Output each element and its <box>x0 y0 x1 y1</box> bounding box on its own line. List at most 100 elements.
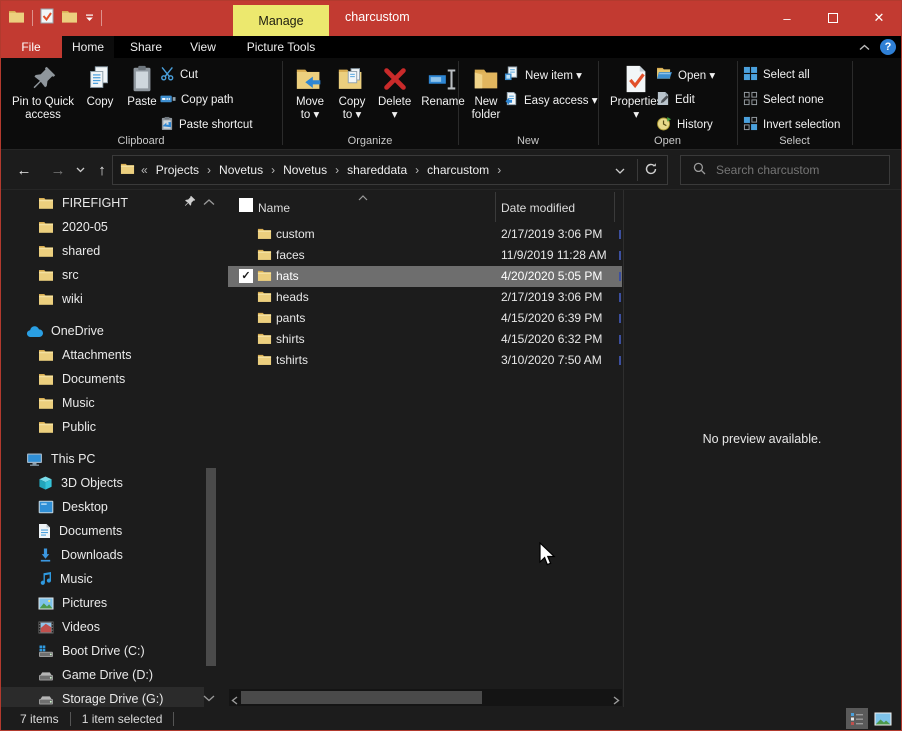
breadcrumb-item-charcustom[interactable]: charcustom <box>421 163 495 177</box>
sidebar-item-videos[interactable]: Videos <box>0 615 222 639</box>
file-row-custom[interactable]: custom2/17/2019 3:06 PM <box>228 224 622 245</box>
file-row-faces[interactable]: faces11/9/2019 11:28 AM <box>228 245 622 266</box>
breadcrumb-item-shareddata[interactable]: shareddata <box>341 163 413 177</box>
tab-manage[interactable]: Manage <box>233 5 329 36</box>
sidebar-item-shared[interactable]: shared <box>0 239 222 263</box>
new-folder-button[interactable]: Newfolder <box>466 60 506 133</box>
sidebar-item-firefight[interactable]: FIREFIGHT <box>0 191 222 215</box>
close-button[interactable]: ✕ <box>856 0 902 36</box>
sidebar-item-desktop[interactable]: Desktop <box>0 495 222 519</box>
sidebar-item-attachments[interactable]: Attachments <box>0 343 222 367</box>
sidebar-item-src[interactable]: src <box>0 263 222 287</box>
invert-selection-button[interactable]: Invert selection <box>743 112 840 137</box>
horizontal-scrollbar-thumb[interactable] <box>241 691 482 704</box>
select-all-checkbox[interactable] <box>239 198 253 212</box>
tab-picture-tools[interactable]: Picture Tools <box>232 36 330 58</box>
file-row-tshirts[interactable]: tshirts3/10/2020 7:50 AM <box>228 350 622 371</box>
cut-button[interactable]: Cut <box>160 62 253 87</box>
easy-access-button[interactable]: Easy access ▾ <box>504 87 598 112</box>
copy-path-button[interactable]: Copy path <box>160 87 253 112</box>
search-box[interactable] <box>680 155 890 185</box>
file-row-heads[interactable]: heads2/17/2019 3:06 PM <box>228 287 622 308</box>
edit-button[interactable]: Edit <box>656 87 715 112</box>
select-all-button[interactable]: Select all <box>743 62 840 87</box>
sidebar-item-label: Downloads <box>61 548 123 562</box>
file-row-hats[interactable]: ✓hats4/20/2020 5:05 PM <box>228 266 622 287</box>
back-button[interactable]: ← <box>10 150 38 190</box>
column-divider[interactable] <box>614 192 615 222</box>
sidebar-item-boot-drive-c[interactable]: Boot Drive (C:) <box>0 639 222 663</box>
sidebar-item-downloads[interactable]: Downloads <box>0 543 222 567</box>
properties-check-icon[interactable] <box>40 8 54 27</box>
sidebar-item-3d-objects[interactable]: 3D Objects <box>0 471 222 495</box>
navigation-pane: FIREFIGHT2020-05sharedsrcwiki OneDriveAtt… <box>0 190 222 707</box>
new-item-button[interactable]: New item ▾ <box>504 62 598 87</box>
breadcrumb-separator[interactable]: › <box>495 163 503 177</box>
column-divider[interactable] <box>495 192 496 222</box>
sidebar-item-2020-05[interactable]: 2020-05 <box>0 215 222 239</box>
select-none-button[interactable]: Select none <box>743 87 840 112</box>
breadcrumb-overflow[interactable]: « <box>135 163 150 177</box>
copy-to-button[interactable]: Copyto ▾ <box>332 60 372 133</box>
breadcrumb-item-novetus[interactable]: Novetus <box>277 163 333 177</box>
collapse-ribbon-icon[interactable] <box>859 40 870 54</box>
recent-locations-icon[interactable] <box>72 150 88 190</box>
details-view-icon[interactable] <box>846 708 868 729</box>
sidebar-scroll-up-icon[interactable] <box>203 195 215 209</box>
breadcrumb-separator[interactable]: › <box>269 163 277 177</box>
breadcrumb-separator[interactable]: › <box>333 163 341 177</box>
refresh-icon[interactable] <box>644 162 667 179</box>
sidebar-item-game-drive-d[interactable]: Game Drive (D:) <box>0 663 222 687</box>
breadcrumb[interactable]: «Projects›Novetus›Novetus›shareddata›cha… <box>112 155 668 185</box>
history-button[interactable]: History <box>656 112 715 137</box>
breadcrumb-separator[interactable]: › <box>413 163 421 177</box>
paste-shortcut-button[interactable]: Paste shortcut <box>160 112 253 137</box>
pin-to-quick-access-button[interactable]: Pin to Quickaccess <box>8 60 78 133</box>
column-header-name[interactable]: Name <box>258 201 290 215</box>
scroll-right-icon[interactable] <box>613 694 620 708</box>
maximize-button[interactable] <box>810 0 856 36</box>
tab-home[interactable]: Home <box>62 36 114 58</box>
copyto-icon <box>336 62 368 96</box>
sidebar-item-pictures[interactable]: Pictures <box>0 591 222 615</box>
help-icon[interactable]: ? <box>880 39 896 55</box>
delete-button[interactable]: Delete▾ <box>374 60 415 133</box>
sidebar-item-music[interactable]: Music <box>0 567 222 591</box>
file-date-modified: 4/15/2020 6:39 PM <box>501 311 602 325</box>
file-row-shirts[interactable]: shirts4/15/2020 6:32 PM <box>228 329 622 350</box>
breadcrumb-separator[interactable]: › <box>205 163 213 177</box>
paste-button[interactable]: Paste <box>122 60 162 133</box>
row-checkbox[interactable]: ✓ <box>239 269 253 283</box>
open-button[interactable]: Open ▾ <box>656 62 715 87</box>
thumbnail-view-icon[interactable] <box>872 708 894 729</box>
address-dropdown-icon[interactable] <box>609 163 631 177</box>
tab-share[interactable]: Share <box>118 36 174 58</box>
scroll-left-icon[interactable] <box>231 694 238 708</box>
move-to-button[interactable]: Moveto ▾ <box>290 60 330 133</box>
sidebar-item-storage-drive-g[interactable]: Storage Drive (G:) <box>0 687 204 707</box>
file-row-pants[interactable]: pants4/15/2020 6:39 PM <box>228 308 622 329</box>
sidebar-item-documents[interactable]: Documents <box>0 519 222 543</box>
dropdown-caret-icon[interactable] <box>85 11 94 25</box>
column-header-date-modified[interactable]: Date modified <box>501 201 575 215</box>
breadcrumb-item-novetus[interactable]: Novetus <box>213 163 269 177</box>
sidebar-item-public[interactable]: Public <box>0 415 222 439</box>
sidebar-item-this-pc[interactable]: This PC <box>0 447 222 471</box>
tab-view[interactable]: View <box>180 36 226 58</box>
horizontal-scrollbar[interactable] <box>229 689 622 706</box>
sidebar-item-onedrive[interactable]: OneDrive <box>0 319 222 343</box>
forward-button[interactable]: → <box>44 150 72 190</box>
breadcrumb-item-projects[interactable]: Projects <box>150 163 205 177</box>
sidebar-scroll-down-icon[interactable] <box>203 691 215 705</box>
sidebar-scrollbar-thumb[interactable] <box>206 468 216 666</box>
minimize-button[interactable]: – <box>764 0 810 36</box>
sidebar-item-music[interactable]: Music <box>0 391 222 415</box>
folder-icon[interactable] <box>8 8 25 27</box>
copy-button[interactable]: Copy <box>80 60 120 133</box>
sidebar-item-wiki[interactable]: wiki <box>0 287 222 311</box>
search-input[interactable] <box>714 162 874 178</box>
tab-file[interactable]: File <box>0 36 62 58</box>
sidebar-item-documents[interactable]: Documents <box>0 367 222 391</box>
folder-icon[interactable] <box>61 8 78 27</box>
selectall-icon <box>743 66 758 84</box>
